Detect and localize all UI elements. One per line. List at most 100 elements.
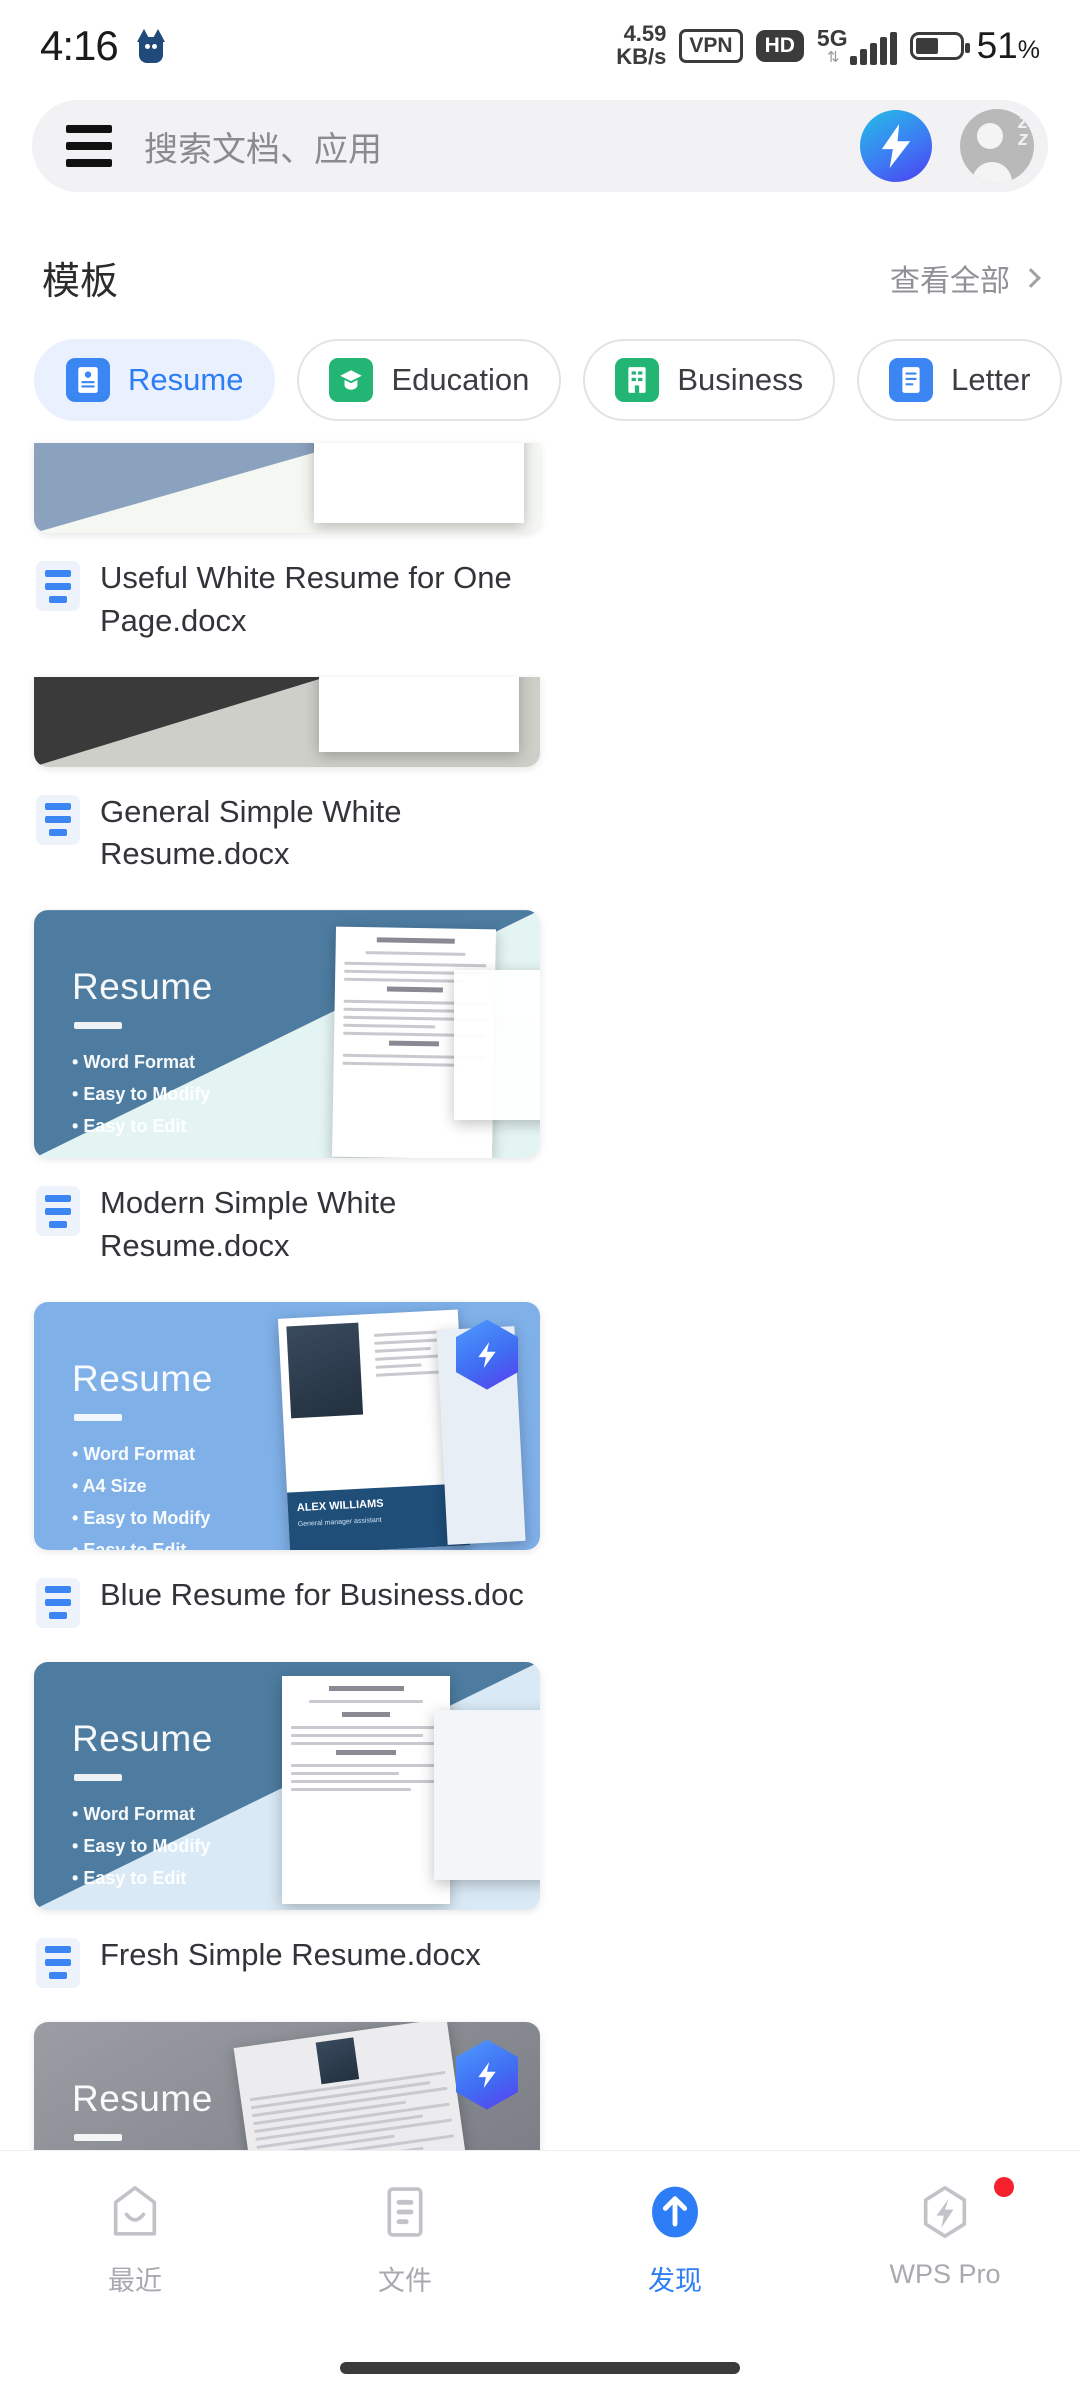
template-caption: Useful White Resume for One Page.docx bbox=[34, 533, 540, 677]
template-thumbnail[interactable]: Resume Word Format Easy to Modify Easy t… bbox=[34, 1661, 540, 1910]
percent-sign: % bbox=[1017, 36, 1040, 64]
thumb-title: Resume bbox=[72, 1357, 213, 1399]
signal-bars-icon bbox=[849, 32, 897, 65]
docx-file-icon bbox=[36, 1186, 80, 1237]
thumb-bullets: Word Format Easy to Modify Easy to Edit bbox=[72, 1804, 210, 1900]
template-grid: Useful White Resume for One Page.docx Ge… bbox=[0, 421, 1080, 2400]
thumb-bullet: Easy to Edit bbox=[72, 1540, 210, 1550]
nav-label: WPS Pro bbox=[889, 2259, 1001, 2289]
template-card[interactable]: Useful White Resume for One Page.docx bbox=[34, 443, 540, 677]
template-thumbnail[interactable]: Resume Word Format A4 Size Easy to Modif… bbox=[34, 1301, 540, 1550]
templates-section-header: 模板 查看全部 bbox=[0, 192, 1080, 339]
search-bar[interactable]: 搜索文档、应用 zz bbox=[32, 100, 1048, 192]
template-name: Fresh Simple Resume.docx bbox=[100, 1936, 481, 1972]
docx-file-icon bbox=[36, 794, 80, 845]
template-card[interactable]: Resume Word Format Easy to Modify Easy t… bbox=[34, 1661, 540, 2022]
chip-label: Letter bbox=[951, 362, 1031, 397]
template-caption: General Simple White Resume.docx bbox=[34, 767, 540, 911]
template-thumbnail[interactable] bbox=[34, 443, 540, 533]
chip-resume[interactable]: Resume bbox=[34, 339, 276, 421]
template-name: Useful White Resume for One Page.docx bbox=[100, 560, 512, 638]
network-speed: 4.59 KB/s bbox=[616, 22, 666, 69]
thumb-rule bbox=[74, 2133, 122, 2141]
thumb-rule bbox=[74, 1773, 122, 1781]
chip-education[interactable]: Education bbox=[297, 339, 562, 421]
template-card[interactable]: General Simple White Resume.docx bbox=[34, 676, 540, 911]
thumb-bullet: Easy to Edit bbox=[72, 1868, 210, 1889]
status-bar: 4:16 4.59 KB/s VPN HD 5G ⇅ 51% bbox=[0, 0, 1080, 92]
page-title: 模板 bbox=[42, 261, 119, 303]
thumb-bullet: Easy to Edit bbox=[72, 1116, 210, 1137]
avatar[interactable]: zz bbox=[960, 109, 1034, 183]
template-card[interactable]: Resume Word Format Easy to Modify Easy t… bbox=[34, 910, 540, 1302]
notification-badge bbox=[994, 2177, 1014, 2197]
thumb-title: Resume bbox=[72, 2077, 213, 2119]
chevron-right-icon bbox=[1021, 267, 1041, 288]
network-type: 5G ⇅ bbox=[816, 25, 848, 66]
nav-item-wps-pro[interactable]: WPS Pro bbox=[810, 2151, 1080, 2400]
app-screen: 4:16 4.59 KB/s VPN HD 5G ⇅ 51% 搜索文档、应用 z… bbox=[0, 0, 1080, 2400]
template-name: Blue Resume for Business.doc bbox=[100, 1576, 524, 1612]
chip-letter[interactable]: Letter bbox=[857, 339, 1063, 421]
building-icon bbox=[615, 358, 660, 402]
docx-file-icon bbox=[36, 561, 80, 611]
template-thumbnail[interactable] bbox=[34, 676, 540, 767]
graduation-cap-icon bbox=[329, 358, 374, 402]
vpn-icon: VPN bbox=[679, 29, 743, 63]
thumb-rule bbox=[74, 1413, 122, 1421]
sleeping-zzz-icon: zz bbox=[1018, 111, 1028, 150]
clock: 4:16 bbox=[40, 22, 119, 69]
thumb-title: Resume bbox=[72, 1717, 213, 1759]
wps-pro-icon bbox=[914, 2181, 976, 2243]
view-all-button[interactable]: 查看全部 bbox=[890, 256, 1041, 300]
thumb-bullet: Word Format bbox=[72, 1804, 210, 1825]
nav-item-recent[interactable]: 最近 bbox=[0, 2151, 270, 2400]
thumb-bullets: Word Format A4 Size Easy to Modify Easy … bbox=[72, 1444, 211, 1550]
docx-file-icon bbox=[36, 1577, 80, 1628]
cat-icon bbox=[136, 29, 166, 63]
template-name: General Simple White Resume.docx bbox=[100, 793, 402, 872]
resume-icon bbox=[66, 358, 110, 402]
template-card[interactable]: Resume Word Format A4 Size Easy to Modif… bbox=[34, 1301, 540, 1662]
status-bar-left: 4:16 bbox=[40, 22, 166, 70]
hamburger-icon[interactable] bbox=[66, 125, 116, 167]
nav-label: 最近 bbox=[108, 2266, 162, 2296]
thumb-bullets: Word Format Easy to Modify Easy to Edit bbox=[72, 1052, 210, 1148]
template-caption: Blue Resume for Business.doc bbox=[34, 1550, 540, 1662]
template-thumbnail[interactable]: Resume Word Format Easy to Modify Easy t… bbox=[34, 910, 540, 1159]
template-caption: Modern Simple White Resume.docx bbox=[34, 1158, 540, 1302]
category-chip-list: Resume Education Business Letter bbox=[0, 339, 1080, 421]
hd-icon: HD bbox=[755, 30, 804, 62]
chip-business[interactable]: Business bbox=[583, 339, 836, 421]
search-bar-container: 搜索文档、应用 zz bbox=[0, 92, 1080, 192]
thumb-title: Resume bbox=[72, 966, 213, 1008]
nav-label: 文件 bbox=[378, 2266, 432, 2296]
thumb-rule bbox=[74, 1022, 122, 1030]
thumb-bullet: Easy to Modify bbox=[72, 1084, 210, 1105]
network-type-label: 5G bbox=[816, 25, 848, 51]
docx-file-icon bbox=[36, 1937, 80, 1988]
nav-label: 发现 bbox=[648, 2266, 702, 2296]
thumb-bullet: A4 Size bbox=[72, 1476, 210, 1497]
lightning-bolt-icon[interactable] bbox=[860, 110, 932, 182]
thumb-bullet: Word Format bbox=[72, 1052, 210, 1073]
chip-label: Business bbox=[677, 362, 804, 397]
bottom-navigation: 最近 文件 发现 WPS Pro bbox=[0, 2150, 1080, 2400]
files-icon bbox=[374, 2181, 436, 2243]
search-input[interactable]: 搜索文档、应用 bbox=[144, 122, 832, 171]
template-caption: Fresh Simple Resume.docx bbox=[34, 1910, 540, 2022]
data-arrows-icon: ⇅ bbox=[826, 49, 840, 66]
thumb-bullet: Easy to Modify bbox=[72, 1836, 210, 1857]
thumb-bullet: Easy to Modify bbox=[72, 1508, 210, 1529]
thumb-bullet: Word Format bbox=[72, 1444, 210, 1465]
view-all-label: 查看全部 bbox=[890, 264, 1010, 298]
home-indicator[interactable] bbox=[340, 2362, 740, 2374]
discover-arrow-icon bbox=[644, 2181, 706, 2243]
recent-icon bbox=[104, 2181, 166, 2243]
template-name: Modern Simple White Resume.docx bbox=[100, 1185, 397, 1263]
chip-label: Education bbox=[391, 362, 530, 397]
chip-label: Resume bbox=[128, 362, 244, 397]
battery-icon bbox=[909, 32, 970, 60]
status-bar-right: 4.59 KB/s VPN HD 5G ⇅ 51% bbox=[616, 22, 1040, 69]
letter-icon bbox=[889, 358, 934, 402]
